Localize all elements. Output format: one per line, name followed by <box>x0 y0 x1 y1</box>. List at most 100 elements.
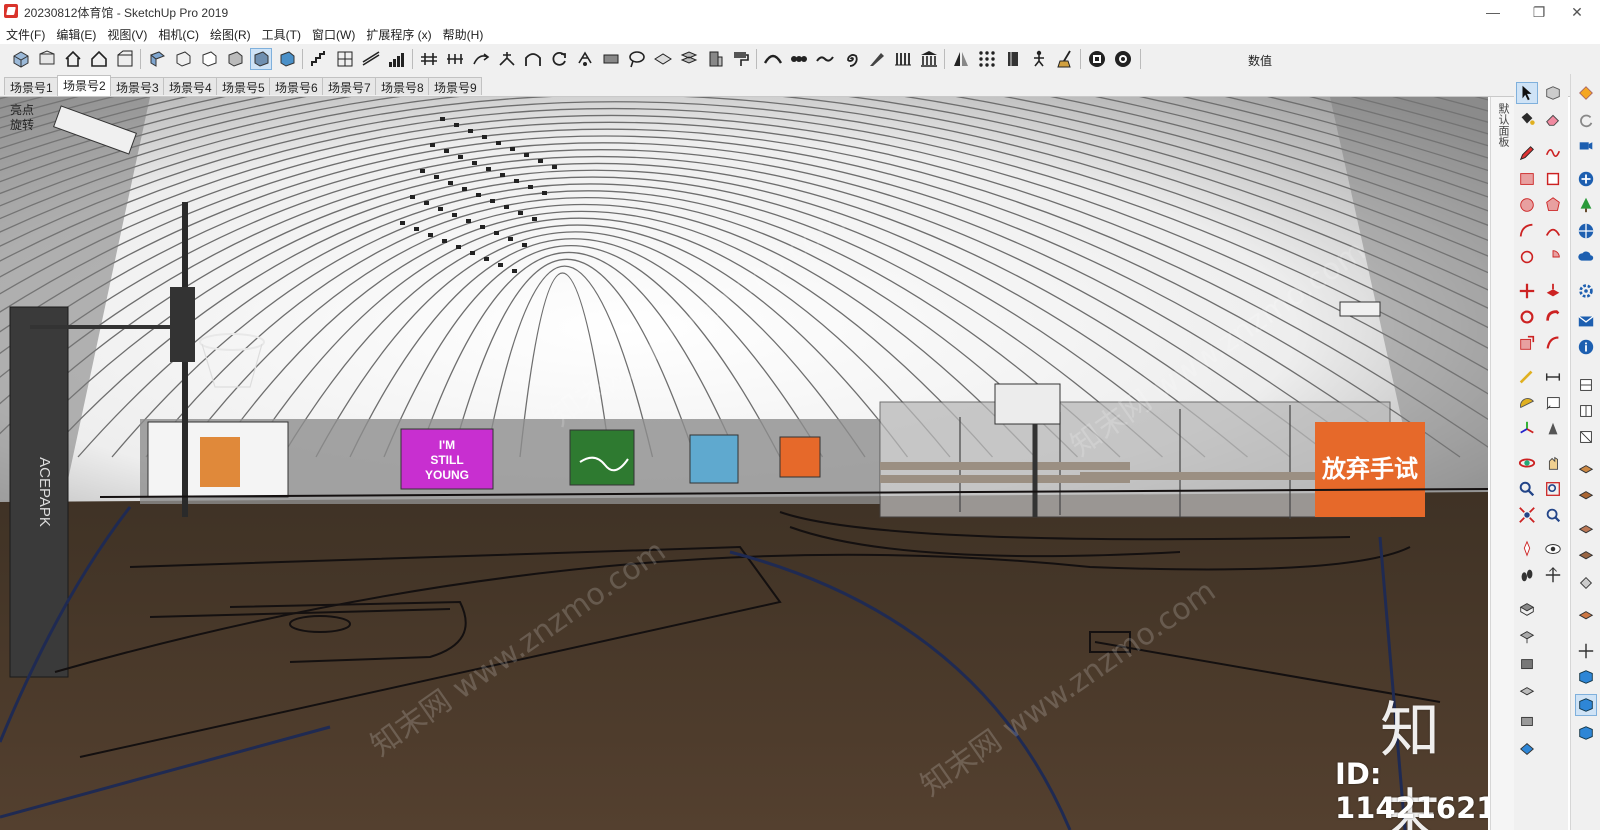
model-viewport[interactable]: I'M STILL YOUNG 放弃手试 ACEPAPK 知末网 www.znz… <box>0 97 1488 830</box>
scene-tab-1[interactable]: 场景号1 <box>4 77 58 95</box>
spiral-icon[interactable] <box>840 48 862 70</box>
dot-grid-icon[interactable] <box>976 48 998 70</box>
panel-a-icon[interactable] <box>1575 374 1597 396</box>
component-icon[interactable] <box>1542 82 1564 104</box>
top-view-icon[interactable] <box>36 48 58 70</box>
building-icon[interactable] <box>704 48 726 70</box>
pencil-icon[interactable] <box>1516 142 1538 164</box>
blue-cube-icon[interactable] <box>1575 666 1597 688</box>
mail-icon[interactable] <box>1575 310 1597 332</box>
material-d-icon[interactable] <box>1575 546 1597 568</box>
tape-measure-icon[interactable] <box>1516 366 1538 388</box>
panel-c-icon[interactable] <box>1575 426 1597 448</box>
ramp-icon[interactable] <box>360 48 382 70</box>
zoom-extents-icon[interactable] <box>1516 504 1538 526</box>
pan-icon[interactable] <box>1542 452 1564 474</box>
scene-tab-6[interactable]: 场景号6 <box>269 77 323 95</box>
scene-tab-4[interactable]: 场景号4 <box>163 77 217 95</box>
default-tray-strip[interactable]: 默认面板 <box>1490 97 1515 830</box>
monochrome-style-icon[interactable] <box>276 48 298 70</box>
window-grid-icon[interactable] <box>334 48 356 70</box>
scene-tab-3[interactable]: 场景号3 <box>110 77 164 95</box>
paint-roller-icon[interactable] <box>730 48 752 70</box>
front-view-icon[interactable] <box>88 48 110 70</box>
scale-icon[interactable] <box>1516 332 1538 354</box>
render-settings-icon[interactable] <box>1086 48 1108 70</box>
flat-bar-icon[interactable] <box>600 48 622 70</box>
bezier-arc-icon[interactable] <box>762 48 784 70</box>
material-f-icon[interactable] <box>1575 606 1597 628</box>
rotate-arrow-icon[interactable] <box>548 48 570 70</box>
blue-cube-2-icon[interactable] <box>1575 722 1597 744</box>
close-button[interactable]: ✕ <box>1554 0 1600 24</box>
figure-icon[interactable] <box>1028 48 1050 70</box>
paint-bucket-icon[interactable] <box>1516 108 1538 130</box>
mirror-icon[interactable] <box>950 48 972 70</box>
info-icon[interactable] <box>1575 336 1597 358</box>
warehouse-icon[interactable] <box>1575 82 1597 104</box>
material-a-icon[interactable] <box>1575 460 1597 482</box>
fold-tool-icon[interactable] <box>652 48 674 70</box>
drape-icon[interactable] <box>1516 682 1538 704</box>
stairs-icon[interactable] <box>308 48 330 70</box>
menu-view[interactable]: 视图(V) <box>101 24 152 44</box>
ball-icon[interactable] <box>1575 220 1597 242</box>
branch-tool-icon[interactable] <box>496 48 518 70</box>
tree-icon[interactable] <box>1575 194 1597 216</box>
menu-window[interactable]: 窗口(W) <box>306 24 360 44</box>
menu-camera[interactable]: 相机(C) <box>152 24 204 44</box>
flip-edge-icon[interactable] <box>1516 738 1538 760</box>
push-pull-icon[interactable] <box>1542 280 1564 302</box>
menu-extensions[interactable]: 扩展程序 (x) <box>360 24 436 44</box>
chain-icon[interactable] <box>788 48 810 70</box>
smoove-icon[interactable] <box>1516 626 1538 648</box>
textured-style-icon[interactable] <box>250 48 272 70</box>
zoom-icon[interactable] <box>1516 478 1538 500</box>
book-icon[interactable] <box>1002 48 1024 70</box>
scene-tab-5[interactable]: 场景号5 <box>216 77 270 95</box>
move-icon[interactable] <box>1516 280 1538 302</box>
section-plane-icon[interactable] <box>1542 564 1564 586</box>
panel-b-icon[interactable] <box>1575 400 1597 422</box>
sandbox-icon[interactable] <box>1516 598 1538 620</box>
align-icon[interactable] <box>1575 640 1597 662</box>
offset-icon[interactable] <box>1542 332 1564 354</box>
3d-text-icon[interactable] <box>1542 418 1564 440</box>
menu-tools[interactable]: 工具(T) <box>256 24 306 44</box>
stamp-icon[interactable] <box>1516 654 1538 676</box>
dimension-icon[interactable] <box>1542 366 1564 388</box>
rotate-icon[interactable] <box>1516 306 1538 328</box>
previous-view-icon[interactable] <box>1542 504 1564 526</box>
camera-icon[interactable] <box>1575 134 1597 156</box>
select-arrow-icon[interactable] <box>1516 82 1538 104</box>
bar-steps-icon[interactable] <box>386 48 408 70</box>
shaded-style-icon[interactable] <box>224 48 246 70</box>
material-b-icon[interactable] <box>1575 486 1597 508</box>
eraser-icon[interactable] <box>1542 108 1564 130</box>
look-around-icon[interactable] <box>1542 538 1564 560</box>
home-view-icon[interactable] <box>62 48 84 70</box>
menu-help[interactable]: 帮助(H) <box>437 24 489 44</box>
three-point-arc-icon[interactable] <box>1516 246 1538 268</box>
arc-icon[interactable] <box>1516 220 1538 242</box>
position-camera-icon[interactable] <box>1516 538 1538 560</box>
text-tool-icon[interactable] <box>1542 392 1564 414</box>
iso-view-icon[interactable] <box>10 48 32 70</box>
add-location-icon[interactable] <box>1575 168 1597 190</box>
material-e-icon[interactable] <box>1575 572 1597 594</box>
scene-tab-2[interactable]: 场景号2 <box>57 75 111 96</box>
array-icon[interactable] <box>678 48 700 70</box>
sync-icon[interactable] <box>1575 110 1597 132</box>
rail-tool-icon[interactable] <box>418 48 440 70</box>
freehand-icon[interactable] <box>1542 142 1564 164</box>
axes-icon[interactable] <box>1516 418 1538 440</box>
minimize-button[interactable]: — <box>1470 0 1516 24</box>
broom-icon[interactable] <box>1054 48 1076 70</box>
orbit-icon[interactable] <box>1516 452 1538 474</box>
wave-line-icon[interactable] <box>814 48 836 70</box>
joint-push-pull-icon[interactable] <box>574 48 596 70</box>
columns-icon[interactable] <box>892 48 914 70</box>
blue-cube-active-icon[interactable] <box>1575 694 1597 716</box>
temple-icon[interactable] <box>918 48 940 70</box>
xray-style-icon[interactable] <box>146 48 168 70</box>
